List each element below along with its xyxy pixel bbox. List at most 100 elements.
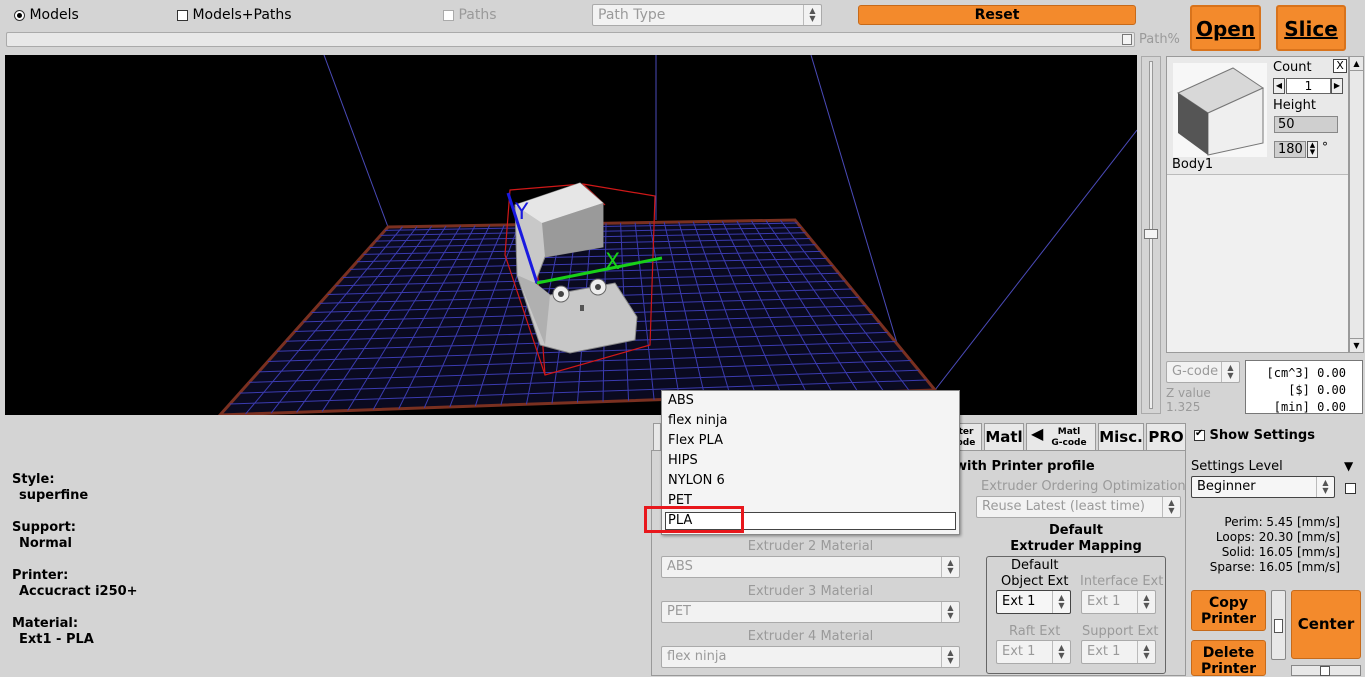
- ordering-select-text: Reuse Latest (least time): [982, 499, 1145, 514]
- speed-perim: Perim: 5.45 [mm/s]: [1224, 515, 1340, 529]
- ext3-label: Extruder 3 Material: [747, 584, 874, 599]
- mapping-title: Default Extruder Mapping: [986, 523, 1166, 555]
- stats-time: [min] 0.00: [1273, 400, 1346, 414]
- default-label: Default: [1011, 558, 1059, 573]
- bottom-slider-handle[interactable]: [1320, 666, 1330, 676]
- count-decrement-icon[interactable]: ◀: [1273, 78, 1285, 94]
- settings-level-select[interactable]: Beginner ▲ ▼: [1191, 476, 1335, 498]
- gcode-select: G-code ▲ ▼: [1166, 361, 1240, 383]
- path-percent-label: Path%: [1139, 32, 1180, 47]
- settings-level-checkbox[interactable]: [1345, 483, 1356, 494]
- object-ext-select[interactable]: Ext 1 ▲ ▼: [996, 590, 1071, 614]
- volume-edge-line: [323, 55, 389, 228]
- degree-symbol: °: [1322, 140, 1328, 154]
- side-slider-handle[interactable]: [1274, 619, 1283, 633]
- mapping-title-line2: Extruder Mapping: [1010, 539, 1142, 554]
- count-increment-icon[interactable]: ▶: [1331, 78, 1343, 94]
- material-value: Ext1 - PLA: [19, 632, 94, 647]
- zvalue: 1.325: [1166, 400, 1201, 414]
- updown-icon: ▲ ▼: [1137, 641, 1155, 663]
- support-value: Normal: [19, 536, 72, 551]
- build-volume-view: Y X: [217, 55, 1137, 415]
- open-button-label: Open: [1195, 17, 1256, 41]
- print-summary: Style: superfine Support: Normal Printer…: [12, 472, 138, 648]
- paths-checkbox: Paths: [443, 7, 497, 23]
- volume-edge-line: [934, 129, 1137, 391]
- delete-printer-line2: Printer: [1200, 661, 1257, 677]
- ext4-select: flex ninja ▲ ▼: [661, 646, 960, 668]
- layer-slider[interactable]: [1141, 56, 1161, 414]
- model-list-scrollbar[interactable]: ▲ ▼: [1349, 56, 1364, 353]
- material-option[interactable]: ABS: [662, 391, 959, 411]
- 3d-viewport[interactable]: Y X: [5, 55, 1137, 415]
- tab-matl-gcode-line2: G-code: [1051, 438, 1087, 448]
- tab-scroll-left-icon[interactable]: ◀: [1031, 426, 1043, 442]
- layer-slider-handle[interactable]: [1144, 229, 1158, 239]
- tab-left-edge[interactable]: [653, 423, 661, 451]
- close-icon[interactable]: X: [1333, 59, 1347, 73]
- count-label: Count: [1273, 60, 1312, 75]
- material-label: Material:: [12, 616, 79, 631]
- path-percent-slider[interactable]: [6, 32, 1135, 47]
- height-input[interactable]: 50: [1274, 116, 1338, 133]
- side-slider[interactable]: [1271, 590, 1286, 660]
- scroll-down-icon[interactable]: ▼: [1350, 338, 1363, 352]
- material-option[interactable]: NYLON 6: [662, 471, 959, 491]
- paths-label: Paths: [458, 7, 497, 23]
- models-paths-checkbox-box[interactable]: [177, 9, 188, 21]
- y-axis-label: Y: [514, 200, 529, 225]
- tab-matl-gcode[interactable]: ◀ Matl G-code: [1026, 423, 1096, 451]
- speed-loops: Loops: 20.30 [mm/s]: [1215, 530, 1340, 544]
- stats-volume: [cm^3] 0.00: [1266, 366, 1346, 380]
- rotation-input[interactable]: 180: [1274, 141, 1306, 158]
- x-axis-label: X: [605, 250, 620, 275]
- tab-pro[interactable]: PRO: [1146, 423, 1186, 451]
- slice-button-label: Slice: [1284, 17, 1338, 41]
- reset-button[interactable]: Reset: [858, 5, 1136, 25]
- model-card[interactable]: Count X ◀ 1 ▶ Height 50 180 ▲ ▼ ° Body1: [1167, 57, 1348, 175]
- models-radio[interactable]: Models: [14, 7, 79, 23]
- stats-cost: [$] 0.00: [1288, 383, 1346, 397]
- updown-icon: ▲ ▼: [1052, 641, 1070, 663]
- ext3-select: PET ▲ ▼: [661, 601, 960, 623]
- updown-icon: ▲ ▼: [941, 602, 959, 622]
- reset-button-label: Reset: [974, 7, 1020, 23]
- models-radio-button[interactable]: [14, 9, 25, 21]
- center-button[interactable]: Center: [1291, 590, 1361, 659]
- ext2-select-text: ABS: [667, 559, 693, 574]
- copy-printer-button[interactable]: Copy Printer: [1191, 590, 1266, 631]
- scroll-up-icon[interactable]: ▲: [1350, 57, 1363, 71]
- delete-printer-button[interactable]: Delete Printer: [1191, 640, 1266, 677]
- interface-ext-select: Ext 1 ▲ ▼: [1081, 590, 1156, 614]
- count-input[interactable]: 1: [1286, 78, 1331, 94]
- printer-label: Printer:: [12, 568, 69, 583]
- mapping-title-line1: Default: [1049, 523, 1103, 538]
- settings-level-chevron-down-icon[interactable]: ▼: [1344, 459, 1353, 473]
- tab-matl[interactable]: Matl: [984, 423, 1024, 451]
- slice-button[interactable]: Slice: [1276, 5, 1346, 51]
- ext4-select-text: flex ninja: [667, 649, 727, 664]
- material-option[interactable]: Flex PLA: [662, 431, 959, 451]
- highlight-box: [644, 506, 744, 533]
- updown-icon: ▲ ▼: [1162, 497, 1180, 517]
- rotation-spinner-icon[interactable]: ▲ ▼: [1307, 141, 1318, 158]
- zvalue-block: Z value 1.325: [1166, 386, 1211, 414]
- support-ext-label: Support Ext: [1082, 624, 1159, 639]
- bottom-slider[interactable]: [1291, 665, 1361, 676]
- settings-level-label: Settings Level: [1191, 459, 1283, 474]
- delete-printer-line1: Delete: [1202, 645, 1255, 661]
- updown-icon: ▲ ▼: [1221, 362, 1239, 382]
- material-option[interactable]: flex ninja: [662, 411, 959, 431]
- show-settings-checkbox[interactable]: Show Settings: [1194, 428, 1315, 443]
- material-option[interactable]: HIPS: [662, 451, 959, 471]
- show-settings-checkbox-box[interactable]: [1194, 428, 1205, 441]
- path-type-select: Path Type ▲ ▼: [592, 4, 822, 26]
- profile-title: with Printer profile: [955, 459, 1095, 474]
- updown-icon: ▲ ▼: [1316, 477, 1334, 497]
- models-paths-checkbox[interactable]: Models+Paths: [177, 7, 292, 23]
- path-type-text: Path Type: [598, 7, 666, 23]
- open-button[interactable]: Open: [1190, 5, 1261, 51]
- path-percent-slider-handle[interactable]: [1122, 34, 1132, 45]
- tab-misc[interactable]: Misc.: [1098, 423, 1144, 451]
- updown-icon: ▲ ▼: [1137, 591, 1155, 613]
